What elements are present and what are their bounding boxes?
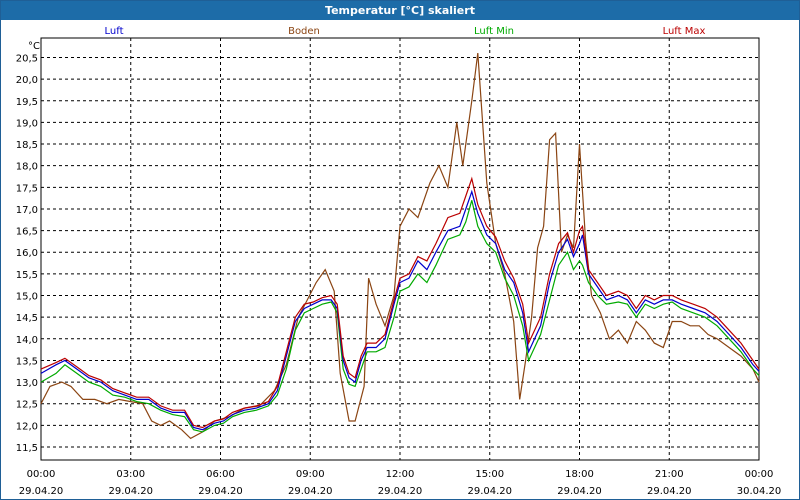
- x-tick-date-3: 29.04.20: [288, 486, 333, 497]
- y-tick-label-16: 19,5: [16, 97, 38, 108]
- y-tick-label-4: 13,5: [16, 356, 38, 367]
- y-tick-label-11: 17,0: [16, 205, 38, 216]
- x-tick-time-4: 12:00: [386, 469, 415, 480]
- y-tick-label-12: 17,5: [16, 183, 38, 194]
- x-tick-date-6: 29.04.20: [557, 486, 602, 497]
- y-axis-unit: °C: [28, 41, 40, 52]
- x-tick-time-5: 15:00: [475, 469, 504, 480]
- x-tick-time-7: 21:00: [655, 469, 684, 480]
- y-tick-label-14: 18,5: [16, 140, 38, 151]
- temperature-chart: 11,5 12,0 12,5 13,0 13,5 14,0 14,5 15,0 15,5 16,0…: [16, 26, 782, 497]
- x-tick-date-8: 30.04.20: [737, 486, 782, 497]
- y-tick-label-0: 11,5: [16, 443, 38, 454]
- y-tick-label-1: 12,0: [16, 421, 38, 432]
- x-tick-date-4: 29.04.20: [378, 486, 423, 497]
- y-tick-label-5: 14,0: [16, 335, 38, 346]
- legend-luft: Luft: [105, 26, 124, 37]
- x-tick-time-2: 06:00: [206, 469, 235, 480]
- y-tick-label-9: 16,0: [16, 248, 38, 259]
- y-tick-label-15: 19,0: [16, 118, 38, 129]
- y-tick-label-3: 13,0: [16, 378, 38, 389]
- legend-luft-max: Luft Max: [663, 26, 706, 37]
- y-tick-label-2: 12,5: [16, 400, 38, 411]
- x-tick-time-0: 00:00: [27, 469, 56, 480]
- x-tick-time-3: 09:00: [296, 469, 325, 480]
- x-tick-time-1: 03:00: [116, 469, 145, 480]
- x-tick-date-0: 29.04.20: [19, 486, 64, 497]
- y-tick-label-8: 15,5: [16, 270, 38, 281]
- x-tick-date-1: 29.04.20: [108, 486, 153, 497]
- x-tick-date-7: 29.04.20: [647, 486, 692, 497]
- x-tick-date-2: 29.04.20: [198, 486, 243, 497]
- x-tick-time-6: 18:00: [565, 469, 594, 480]
- y-tick-label-10: 16,5: [16, 227, 38, 238]
- y-tick-label-13: 18,0: [16, 162, 38, 173]
- legend-boden: Boden: [288, 26, 320, 37]
- x-tick-date-5: 29.04.20: [467, 486, 512, 497]
- chart-window: Temperatur [°C] skaliert 11,5 12,0 12,5 13,…: [0, 0, 800, 500]
- y-tick-label-7: 15,0: [16, 292, 38, 303]
- y-tick-label-17: 20,0: [16, 75, 38, 86]
- legend-luft-min: Luft Min: [474, 26, 514, 37]
- y-tick-label-18: 20,5: [16, 53, 38, 64]
- y-tick-label-6: 14,5: [16, 313, 38, 324]
- x-tick-time-8: 00:00: [745, 469, 774, 480]
